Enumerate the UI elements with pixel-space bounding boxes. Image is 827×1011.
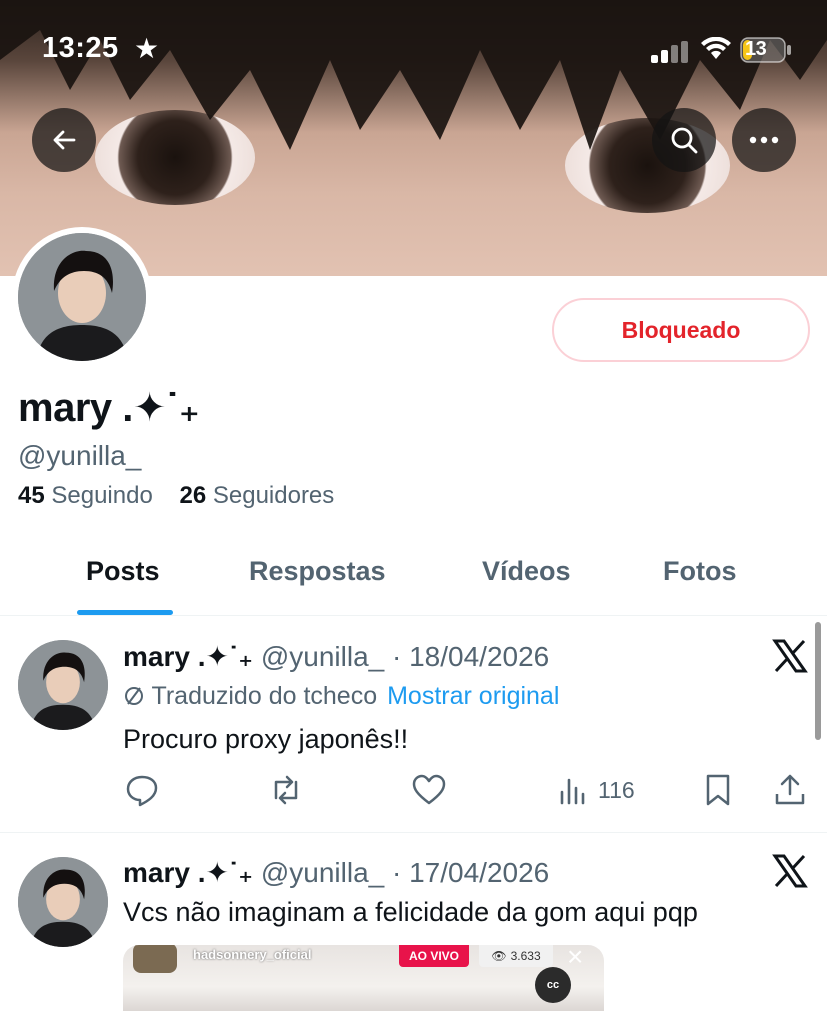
post-text: Vcs não imaginam a felicidade da gom aqu… [123,897,698,927]
following-label: Seguindo [51,482,153,509]
post-meta: @yunilla_ · 17/04/2026 [260,857,550,888]
tab-replies[interactable]: Respostas [249,556,386,587]
status-time: 13:25 [42,32,119,64]
viewer-count-value: 3.633 [510,949,541,963]
translate-icon [125,687,143,705]
blocked-button[interactable]: Bloqueado [552,298,810,362]
followers-link[interactable]: 26 Seguidores [179,482,334,509]
x-logo-icon [772,639,808,673]
search-button[interactable] [652,108,716,172]
post-avatar[interactable] [18,857,108,947]
profile-handle: @yunilla_ [18,440,142,471]
post-meta: @yunilla_ · 18/04/2026 [260,641,550,672]
views-icon[interactable] [557,772,593,808]
search-icon [671,127,698,154]
profile-avatar[interactable] [12,227,152,367]
signal-icon [651,41,688,63]
star-icon: ★ [134,33,160,64]
back-button[interactable] [32,108,96,172]
share-icon[interactable] [772,772,808,808]
wifi-icon [701,37,731,59]
more-options-button[interactable] [732,108,796,172]
profile-display-name: mary .✦˙₊ [18,386,200,430]
post-item[interactable]: mary .✦˙₊ @yunilla_ · 18/04/2026 Traduzi… [0,616,827,832]
profile-stats: 45 Seguindo 26 Seguidores [18,482,334,510]
post-author-name[interactable]: mary .✦˙₊ [123,641,253,672]
battery-level: 13 [745,38,767,60]
translated-label: Traduzido do tcheco [151,682,378,710]
followers-label: Seguidores [212,482,335,509]
profile-tabs: Posts Respostas Vídeos Fotos [0,540,827,616]
viewer-count: 👁 3.633 [479,945,553,967]
tab-active-indicator [77,610,173,615]
bookmark-icon[interactable] [700,772,736,808]
media-user-thumbnail [133,945,177,973]
post-actions: 116 [0,772,827,812]
show-original-link[interactable]: Mostrar original [387,682,559,710]
media-username: hadsonnery_oficial [193,947,312,962]
avatar-photo [18,233,146,361]
post-text: Procuro proxy japonês!! [123,724,409,754]
following-link[interactable]: 45 Seguindo [18,482,153,509]
tab-videos[interactable]: Vídeos [482,556,571,587]
post-header: mary .✦˙₊ @yunilla_ · 17/04/2026 [123,856,549,889]
captions-button[interactable]: cc [535,967,571,1003]
like-icon[interactable] [411,772,447,808]
translation-note: Traduzido do tcheco Mostrar original [123,682,559,711]
following-count: 45 [18,482,45,509]
tab-posts[interactable]: Posts [86,556,160,587]
post-author-name[interactable]: mary .✦˙₊ [123,857,253,888]
post-avatar[interactable] [18,640,108,730]
more-icon [749,136,779,144]
eye-icon: 👁 [491,949,507,963]
reply-icon[interactable] [124,772,160,808]
live-badge: AO VIVO [399,945,469,967]
followers-count: 26 [179,482,207,509]
status-bar: 13:25 ★ 13 [0,28,827,72]
back-arrow-icon [53,130,76,150]
post-video[interactable]: hadsonnery_oficial AO VIVO 👁 3.633 × cc [123,945,604,1011]
close-icon: × [567,945,584,972]
tab-photos[interactable]: Fotos [663,556,737,587]
repost-icon[interactable] [268,772,304,808]
views-count: 116 [598,777,635,803]
post-header: mary .✦˙₊ @yunilla_ · 18/04/2026 [123,640,549,673]
x-logo-icon [772,854,808,888]
